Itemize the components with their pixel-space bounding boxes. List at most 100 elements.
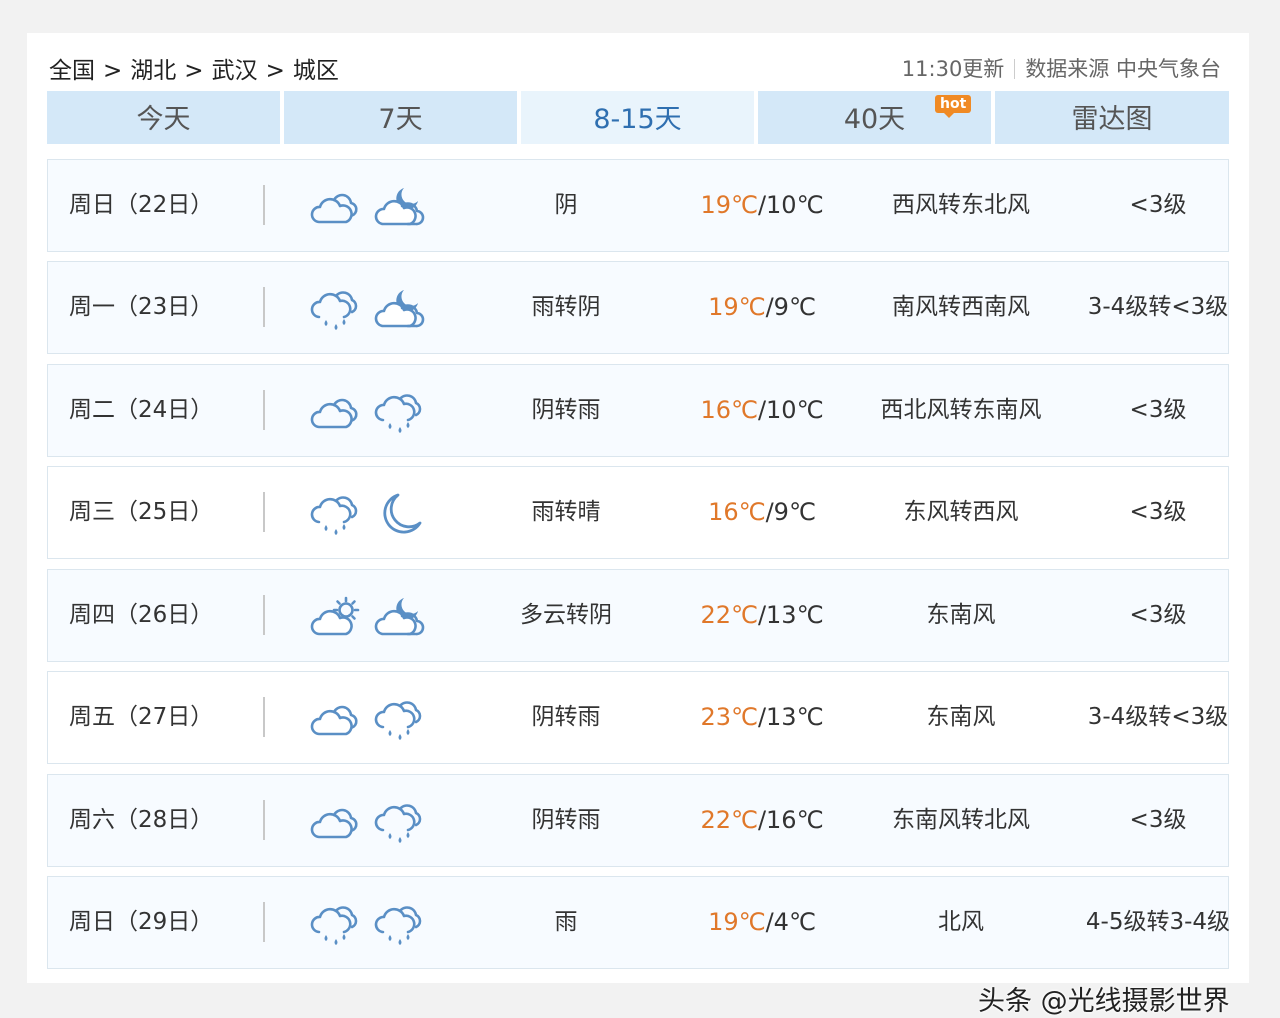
wind-direction: 南风转西南风 [892,294,1030,320]
tab-radar[interactable]: 雷达图 [995,91,1229,144]
weather-desc: 阴转雨 [531,807,601,833]
row-divider [263,697,265,737]
forecast-row: 周五（27日） 阴转雨 23℃/13℃ 东南风 3-4级转<3级 [47,671,1229,764]
forecast-row: 周日（29日） 雨 19℃/4℃ 北风 4-5级转3-4级 [47,876,1230,969]
temperature: 22℃/16℃ [684,775,840,866]
breadcrumb-urban: 城区 [292,58,339,84]
row-divider [263,492,265,532]
weather-desc: 雨转晴 [531,499,601,525]
cloudy-night-icon [374,284,428,334]
breadcrumb-national[interactable]: 全国 [49,58,95,84]
row-divider [263,185,265,225]
forecast-row: 周三（25日） 雨转晴 16℃/9℃ 东风转西风 <3级 [47,466,1229,559]
temp-high: 23℃ [700,703,758,731]
temperature: 19℃/4℃ [684,877,840,968]
watermark: 头条 @光线摄影世界 [978,986,1230,1017]
wind-level: <3级 [1129,192,1187,218]
moon-icon [374,489,428,539]
cloudy-icon [310,797,364,847]
temp-low: /13℃ [757,703,824,731]
forecast-row: 周二（24日） 阴转雨 16℃/10℃ 西北风转东南风 <3级 [47,364,1229,457]
temp-high: 16℃ [708,498,766,526]
tab-label: 今天 [136,104,191,135]
row-divider [263,800,265,840]
wind-direction: 西北风转东南风 [880,397,1042,423]
forecast-date: 周日（29日） [69,909,214,935]
temp-high: 19℃ [700,191,758,219]
wind-direction: 东南风 [926,602,996,628]
temp-low: /9℃ [765,293,816,321]
wind-direction: 东南风 [926,704,996,730]
temp-high: 22℃ [700,806,758,834]
wind-direction: 东南风转北风 [892,807,1030,833]
wind-direction: 北风 [938,909,984,935]
rain-icon [310,899,364,949]
hot-badge: hot [935,95,972,118]
temperature: 19℃/10℃ [684,160,840,251]
forecast-date: 周一（23日） [69,294,214,320]
cloudy-icon [310,387,364,437]
breadcrumb-wuhan[interactable]: 武汉 [212,58,258,84]
top-bar: 全国 > 湖北 > 武汉 > 城区 11:30更新 数据来源 中央气象台 [27,33,1249,91]
temp-low: /13℃ [757,601,824,629]
weather-desc: 多云转阴 [520,602,612,628]
partly-cloudy-icon [310,592,364,642]
weather-desc: 阴转雨 [531,704,601,730]
weather-desc: 雨 [554,909,578,935]
forecast-row: 周一（23日） 雨转阴 19℃/9℃ 南风转西南风 3-4级转<3级 [47,261,1229,354]
tab-label: 40天 [843,104,906,135]
forecast-row: 周日（22日） 阴 19℃/10℃ 西风转东北风 <3级 [47,159,1229,252]
tab-label: 雷达图 [1071,104,1153,135]
weather-desc: 阴 [554,192,578,218]
row-divider [263,595,265,635]
tab-40day[interactable]: 40天 hot [758,91,991,144]
wind-level: 4-5级转3-4级 [1085,909,1231,935]
forecast-date: 周日（22日） [69,192,214,218]
wind-level: <3级 [1129,397,1187,423]
tab-bar: 今天 7天 8-15天 40天 hot 雷达图 [47,91,1229,144]
cloudy-night-icon [374,592,428,642]
temperature: 16℃/10℃ [684,365,840,456]
update-time: 11:30更新 [901,57,1005,81]
forecast-row: 周六（28日） 阴转雨 22℃/16℃ 东南风转北风 <3级 [47,774,1229,867]
breadcrumb-separator: > [265,58,285,84]
tab-label: 7天 [378,104,423,135]
row-divider [263,287,265,327]
forecast-date: 周五（27日） [69,704,214,730]
weather-panel: 全国 > 湖北 > 武汉 > 城区 11:30更新 数据来源 中央气象台 今天 7天 8-15… [27,33,1249,1017]
temp-high: 19℃ [708,293,766,321]
wind-direction: 东风转西风 [903,499,1019,525]
wind-level: <3级 [1129,499,1187,525]
rain-icon [374,387,428,437]
forecast-date: 周四（26日） [69,602,214,628]
tab-7day[interactable]: 7天 [284,91,517,144]
temp-low: /10℃ [757,396,824,424]
forecast-date: 周二（24日） [69,397,214,423]
temperature: 22℃/13℃ [684,570,840,661]
weather-desc: 雨转阴 [531,294,601,320]
forecast-date: 周三（25日） [69,499,214,525]
cloudy-icon [310,694,364,744]
wind-level: 3-4级转<3级 [1087,704,1229,730]
rain-icon [310,489,364,539]
forecast-row: 周四（26日） 多云转阴 22℃/13℃ 东南风 <3级 [47,569,1229,662]
cloudy-icon [310,182,364,232]
temperature: 19℃/9℃ [684,262,840,353]
temp-low: /16℃ [757,806,824,834]
wind-level: <3级 [1129,602,1187,628]
rain-icon [310,284,364,334]
temp-high: 16℃ [700,396,758,424]
data-source: 11:30更新 数据来源 中央气象台 [902,53,1221,83]
breadcrumb-hubei[interactable]: 湖北 [130,58,176,84]
cloudy-night-icon [374,182,428,232]
source-label: 数据来源 中央气象台 [1025,57,1221,81]
rain-icon [374,797,428,847]
tab-today[interactable]: 今天 [47,91,280,144]
wind-level: <3级 [1129,807,1187,833]
temperature: 23℃/13℃ [684,672,840,763]
tab-label: 8-15天 [593,104,682,135]
temp-low: /10℃ [757,191,824,219]
weather-desc: 阴转雨 [531,397,601,423]
rain-icon [374,694,428,744]
tab-8-15day[interactable]: 8-15天 [521,91,754,144]
